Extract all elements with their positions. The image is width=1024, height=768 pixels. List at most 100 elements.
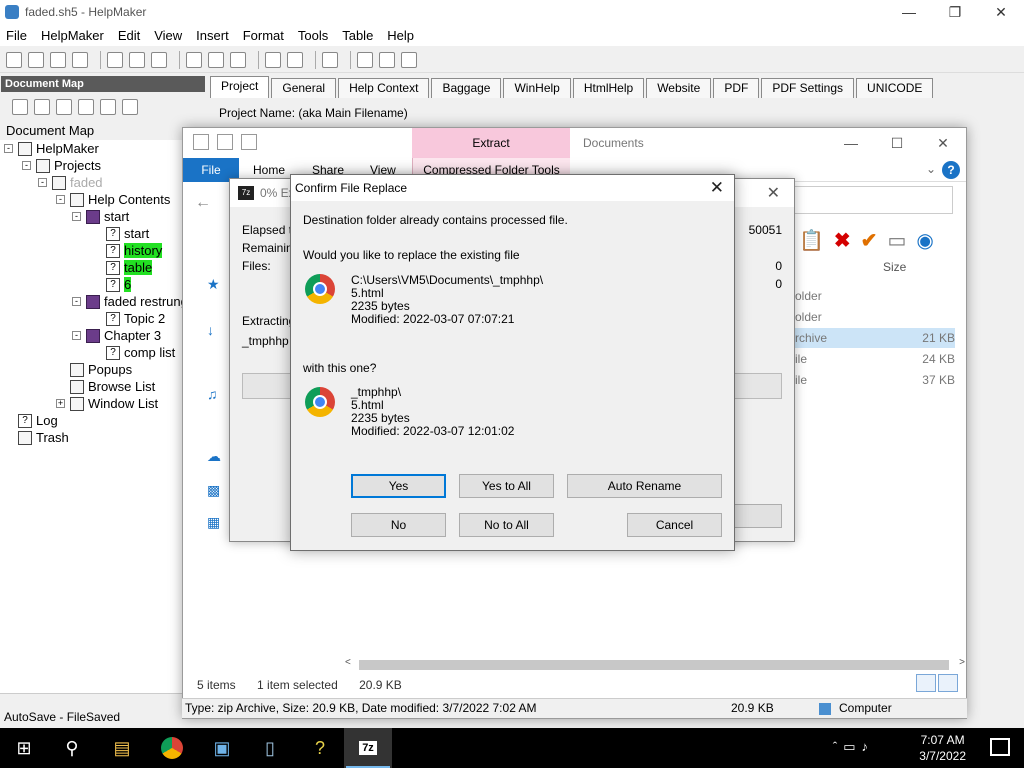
tree-node-topic-2[interactable]: ? Topic 2 [106, 310, 165, 327]
7zip-taskbar-icon[interactable]: 7z [344, 728, 392, 768]
tree-node-start[interactable]: ? start [106, 225, 149, 242]
search-box[interactable] [793, 186, 953, 214]
collapse-icon[interactable]: - [22, 161, 31, 170]
print-icon[interactable] [107, 51, 123, 68]
tree-node-popups[interactable]: Popups [70, 361, 132, 378]
delete-icon[interactable]: ✖ [834, 228, 851, 253]
spellcheck-icon[interactable] [151, 51, 167, 68]
chevron-down-icon[interactable]: ⌄ [926, 162, 936, 176]
tab-htmlhelp[interactable]: HtmlHelp [572, 78, 645, 98]
menu-edit[interactable]: Edit [118, 28, 140, 43]
menu-view[interactable]: View [154, 28, 182, 43]
collapse-icon[interactable]: - [56, 195, 65, 204]
taskbar-clock[interactable]: 7:07 AM 3/7/2022 [919, 732, 966, 764]
tree-node-log[interactable]: ? Log [18, 412, 58, 429]
properties-icon[interactable] [193, 134, 209, 150]
menu-insert[interactable]: Insert [196, 28, 229, 43]
this-pc-icon[interactable]: ▩ [207, 482, 220, 499]
rename-icon[interactable]: ▭ [887, 228, 906, 253]
save-all-icon[interactable] [72, 51, 88, 68]
globe-icon[interactable]: ◉ [916, 228, 933, 253]
search-icon[interactable]: ⚲ [48, 728, 96, 768]
yes-to-all-button[interactable]: Yes to All [459, 474, 554, 498]
menu-tools[interactable]: Tools [298, 28, 328, 43]
undo-icon[interactable] [265, 51, 281, 68]
back-arrow-icon[interactable]: ← [195, 194, 211, 212]
menu-helpmaker[interactable]: HelpMaker [41, 28, 104, 43]
edit-topic-icon[interactable] [34, 99, 50, 115]
tree-node-start-book[interactable]: start [86, 208, 129, 225]
minimize-button[interactable]: — [886, 0, 932, 24]
tree-node-table[interactable]: ? table [106, 259, 153, 276]
move-up-icon[interactable] [78, 99, 94, 115]
tree-node-help-contents[interactable]: Help Contents [70, 191, 170, 208]
file-row[interactable]: older [795, 286, 955, 306]
no-to-all-button[interactable]: No to All [459, 513, 554, 537]
tab-pdf-settings[interactable]: PDF Settings [761, 78, 855, 98]
file-row-selected[interactable]: rchive 21 KB [795, 328, 955, 348]
tab-website[interactable]: Website [646, 78, 712, 98]
list-icon[interactable] [322, 51, 338, 68]
file-explorer-icon[interactable]: ▤ [98, 728, 146, 768]
app-icon[interactable]: ▣ [198, 728, 246, 768]
tree-node-comp-list[interactable]: ? comp list [106, 344, 175, 361]
tree-node-history[interactable]: ? history [106, 242, 163, 259]
network-icon[interactable]: ▦ [207, 514, 220, 531]
tab-help-context[interactable]: Help Context [338, 78, 430, 98]
cut-icon[interactable] [186, 51, 202, 68]
tab-baggage[interactable]: Baggage [431, 78, 502, 98]
save-icon[interactable] [50, 51, 66, 68]
scroll-right-icon[interactable]: > [959, 657, 965, 668]
menu-file[interactable]: File [6, 28, 27, 43]
checkmark-icon[interactable] [217, 134, 233, 150]
menu-table[interactable]: Table [342, 28, 373, 43]
help-icon[interactable]: ? [942, 161, 960, 179]
explorer-maximize-button[interactable]: ☐ [874, 128, 920, 158]
explorer-close-button[interactable]: ✕ [920, 128, 966, 158]
progress-close-icon[interactable]: ✕ [767, 183, 780, 203]
clipboard-icon[interactable]: 📋 [799, 228, 824, 253]
collapse-icon[interactable]: - [72, 297, 81, 306]
file-row[interactable]: ile 37 KB [795, 370, 955, 390]
open-folder-icon[interactable] [28, 51, 44, 68]
tree-node-faded[interactable]: faded [52, 174, 103, 191]
file-row[interactable]: ile 24 KB [795, 349, 955, 369]
print-preview-icon[interactable] [129, 51, 145, 68]
menu-help[interactable]: Help [387, 28, 414, 43]
add-topic-icon[interactable] [12, 99, 28, 115]
check-icon[interactable]: ✔ [861, 228, 878, 253]
tree-node-projects[interactable]: Projects [36, 157, 101, 174]
cancel-button[interactable]: Cancel [627, 513, 722, 537]
windows-start-icon[interactable]: ⊞ [0, 728, 48, 768]
new-file-icon[interactable] [6, 51, 22, 68]
close-button[interactable]: ✕ [978, 0, 1024, 24]
help-topic-icon[interactable] [379, 51, 395, 68]
expand-icon[interactable]: + [56, 399, 65, 408]
downloads-icon[interactable]: ↓ [207, 322, 214, 338]
onedrive-icon[interactable]: ☁ [207, 448, 221, 465]
dialog-close-icon[interactable]: ✕ [710, 178, 724, 198]
move-left-icon[interactable] [56, 99, 72, 115]
no-button[interactable]: No [351, 513, 446, 537]
helpmaker-taskbar-icon[interactable]: ? [296, 728, 344, 768]
tree-node-chapter-3[interactable]: Chapter 3 [86, 327, 161, 344]
tree-node-6[interactable]: ? 6 [106, 276, 132, 293]
tree-node-trash[interactable]: Trash [18, 429, 69, 446]
large-icons-view-icon[interactable] [938, 674, 958, 692]
column-size-header[interactable]: Size [883, 260, 906, 274]
collapse-icon[interactable]: - [4, 144, 13, 153]
yes-button[interactable]: Yes [351, 474, 446, 498]
explorer-minimize-button[interactable]: — [828, 128, 874, 158]
tree-node-window-list[interactable]: Window List [70, 395, 158, 412]
explorer-horizontal-scrollbar[interactable]: < > [345, 657, 965, 672]
details-view-icon[interactable] [916, 674, 936, 692]
music-icon[interactable]: ♫ [207, 386, 218, 402]
scroll-left-icon[interactable]: < [345, 657, 351, 668]
extract-tab[interactable]: Extract [412, 128, 570, 158]
move-right-icon[interactable] [122, 99, 138, 115]
chrome-icon[interactable] [148, 728, 196, 768]
collapse-icon[interactable]: - [72, 331, 81, 340]
move-down-icon[interactable] [100, 99, 116, 115]
tree-node-faded-restrung[interactable]: faded restrung [86, 293, 188, 310]
menu-format[interactable]: Format [243, 28, 284, 43]
